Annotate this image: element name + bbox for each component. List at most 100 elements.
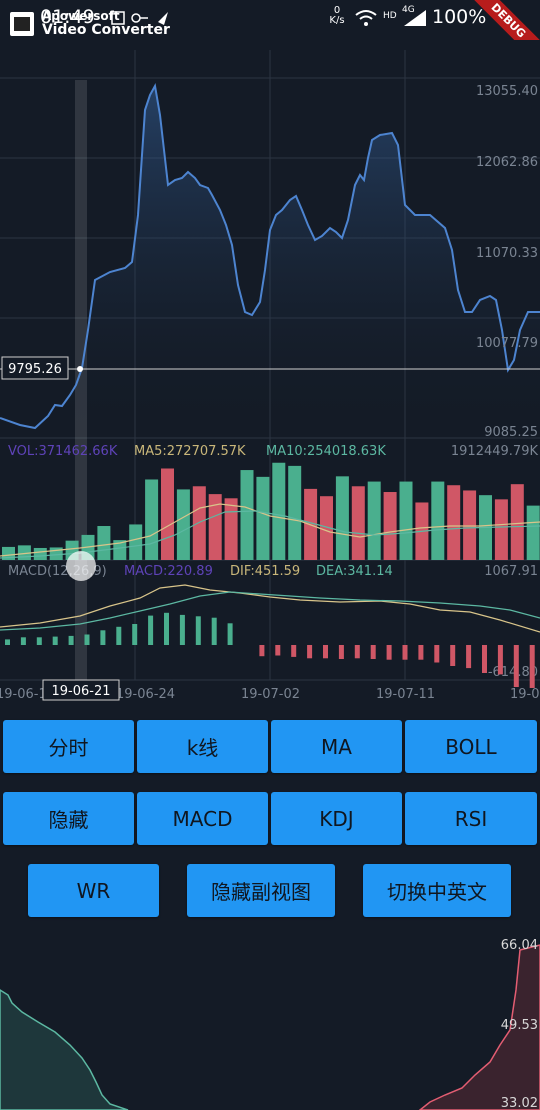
macd-bar	[132, 624, 138, 645]
macd-bar	[211, 617, 217, 645]
volume-bar	[447, 485, 461, 560]
volume-bar	[510, 484, 524, 560]
volume-bar	[399, 481, 413, 560]
price-label-5: 9085.25	[484, 425, 538, 440]
volume-bar	[161, 468, 174, 560]
vol-ma5-legend: MA5:272707.57K	[134, 444, 246, 459]
boll-button[interactable]: BOLL	[405, 720, 537, 773]
x-label-5: 19-07	[510, 687, 540, 702]
macd-bar	[370, 645, 376, 659]
volume-bar	[145, 479, 159, 560]
volume-bar	[288, 465, 302, 560]
volume-bar	[351, 486, 365, 560]
macd-bar	[291, 645, 297, 657]
price-label-4: 10077.79	[476, 336, 538, 351]
macd-bar	[179, 614, 185, 645]
cursor-date-label: 19-06-21	[51, 684, 110, 699]
volume-bar	[240, 470, 254, 560]
macd-bar	[386, 645, 392, 660]
macd-bar	[434, 645, 440, 663]
kdj-button[interactable]: KDJ	[271, 792, 402, 845]
macd-bar	[307, 645, 313, 659]
toggle-language-button[interactable]: 切换中英文	[363, 864, 511, 917]
volume-bar	[383, 492, 397, 560]
vol-legend: VOL:371462.66K	[8, 444, 118, 459]
hide-button[interactable]: 隐藏	[3, 792, 134, 845]
time-share-button[interactable]: 分时	[3, 720, 134, 773]
macd-bar	[100, 630, 106, 645]
x-label-3: 19-07-02	[241, 687, 300, 702]
macd-bar	[52, 636, 58, 645]
status-left-icons	[111, 11, 168, 25]
rsi-button[interactable]: RSI	[405, 792, 537, 845]
crosshair-point	[77, 366, 83, 372]
send-icon	[158, 12, 168, 25]
volume-bar	[176, 489, 190, 560]
macd-bar	[116, 626, 122, 645]
volume-bar	[431, 481, 445, 560]
macd-bar	[84, 634, 90, 645]
price-label-2: 12062.86	[476, 155, 538, 170]
macd-bar	[227, 623, 233, 645]
status-bar: Apowersoft Video Converter 01:49 0 K/s HD…	[0, 0, 540, 70]
kline-button[interactable]: k线	[137, 720, 268, 773]
volume-bar	[97, 526, 111, 560]
macd-max-label: 1067.91	[484, 564, 538, 579]
macd-bar	[513, 645, 519, 687]
macd-bar	[402, 645, 408, 660]
macd-bar	[450, 645, 456, 666]
kline-chart[interactable]: 9795.26 13055.40 12062.86 11070.33 10077…	[0, 40, 540, 710]
volume-bar	[33, 547, 47, 560]
macd-legend-dea: DEA:341.14	[316, 564, 393, 579]
macd-bar	[529, 645, 535, 688]
signal-icon	[404, 10, 426, 26]
battery-percent: 100%	[432, 6, 487, 28]
depth-bid-area	[0, 989, 129, 1110]
macd-bar	[354, 645, 360, 659]
macd-bar	[164, 612, 169, 645]
hd-badge: HD	[383, 11, 397, 21]
macd-legend-dif: DIF:451.59	[230, 564, 300, 579]
vol-max-label: 1912449.79K	[451, 444, 539, 459]
net-speed: 0 K/s	[329, 5, 345, 26]
volume-bar	[256, 476, 270, 560]
depth-chart[interactable]: 66.04 49.53 33.02	[0, 930, 540, 1110]
macd-bar	[497, 645, 503, 675]
macd-bar	[5, 639, 10, 645]
volume-bar	[335, 476, 349, 560]
macd-button[interactable]: MACD	[137, 792, 268, 845]
status-time: 01:49	[40, 6, 95, 28]
volume-bar	[192, 486, 206, 560]
depth-label-bottom: 33.02	[501, 1096, 538, 1110]
x-label-4: 19-07-11	[376, 687, 435, 702]
depth-label-top: 66.04	[501, 938, 538, 953]
x-label-2: 19-06-24	[116, 687, 175, 702]
wifi-icon	[355, 10, 377, 26]
macd-bar	[275, 645, 281, 656]
macd-bar	[20, 637, 26, 645]
volume-bar	[129, 524, 143, 560]
macd-bar	[482, 645, 487, 673]
volume-bar	[224, 498, 238, 560]
video-converter-logo-icon	[10, 12, 34, 36]
volume-bar	[494, 499, 508, 560]
key-icon	[131, 13, 141, 23]
macd-legend-macd: MACD:220.89	[124, 564, 213, 579]
depth-label-mid: 49.53	[501, 1018, 538, 1033]
touch-indicator	[66, 551, 96, 581]
price-label-3: 11070.33	[476, 246, 538, 261]
screenshot-icon	[111, 11, 125, 25]
hide-sub-chart-button[interactable]: 隐藏副视图	[187, 864, 335, 917]
macd-bar	[338, 645, 344, 659]
macd-bar	[36, 637, 42, 645]
macd-bar	[418, 645, 424, 660]
macd-bar	[148, 615, 154, 645]
ma-button[interactable]: MA	[271, 720, 402, 773]
crosshair-price-label: 9795.26	[8, 362, 62, 377]
price-label-1: 13055.40	[476, 84, 538, 99]
volume-bar	[526, 505, 540, 560]
volume-bar	[272, 462, 286, 560]
volume-bar	[463, 490, 477, 560]
macd-bar	[259, 645, 265, 657]
wr-button[interactable]: WR	[28, 864, 159, 917]
